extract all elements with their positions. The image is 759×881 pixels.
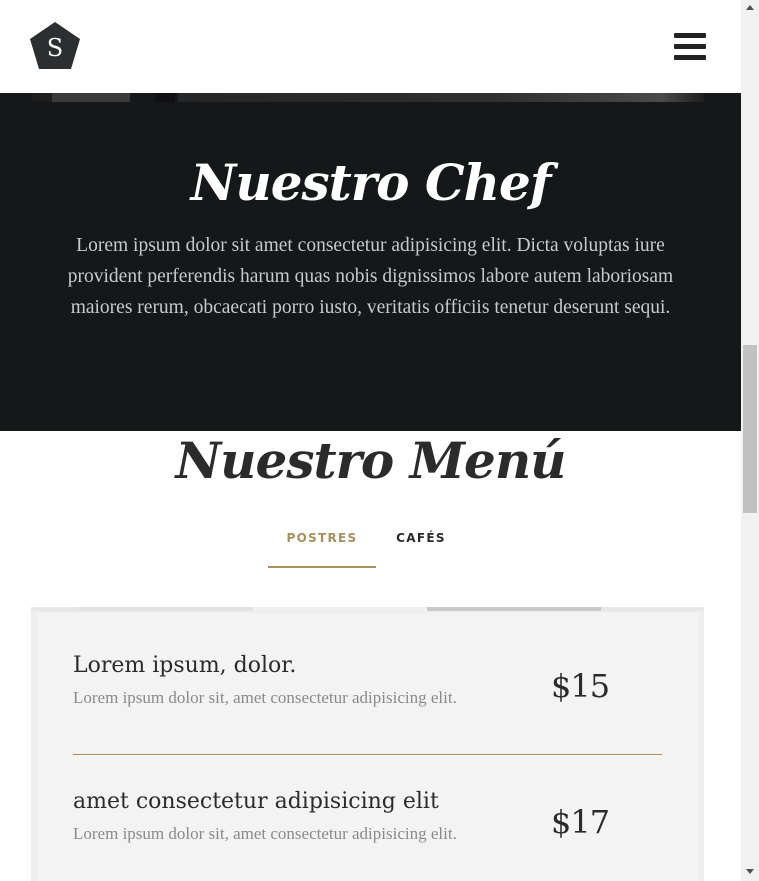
pentagon-logo-icon: S [30, 22, 80, 69]
menu-item-description: Lorem ipsum dolor sit, amet consectetur … [73, 824, 457, 843]
menu-item-description: Lorem ipsum dolor sit, amet consectetur … [73, 688, 457, 707]
menu-item-price: $15 [551, 667, 610, 705]
site-logo[interactable]: S [29, 21, 81, 71]
chef-description: Lorem ipsum dolor sit amet consectetur a… [67, 235, 674, 318]
hamburger-menu-icon[interactable] [674, 33, 706, 61]
scroll-down-arrow-icon[interactable] [741, 864, 759, 881]
chef-photo-strip [178, 93, 704, 102]
menu-item-name: amet consectetur adipisicing elit [73, 789, 439, 814]
menu-item-divider [73, 754, 662, 755]
chef-heading: Nuestro Chef [190, 153, 552, 212]
menu-list-panel: Lorem ipsum, dolor. Lorem ipsum dolor si… [31, 607, 704, 881]
panel-top-border [31, 607, 704, 611]
logo-letter: S [47, 34, 63, 62]
scroll-up-arrow-icon[interactable] [741, 0, 759, 17]
tab-postres[interactable]: POSTRES [268, 522, 376, 568]
menu-item-name: Lorem ipsum, dolor. [73, 653, 297, 678]
page-viewport: S Nuestro Chef Lorem ipsum dolor sit ame… [0, 0, 741, 881]
chef-photo-strip [155, 93, 175, 102]
chef-photo-strip [32, 93, 52, 102]
menu-heading: Nuestro Menú [175, 431, 566, 490]
scrollbar-thumb[interactable] [743, 345, 757, 513]
chef-photo-strip [52, 93, 130, 102]
tab-cafes[interactable]: CAFÉS [376, 522, 466, 568]
menu-item-price: $17 [551, 803, 610, 841]
vertical-scrollbar[interactable] [741, 0, 759, 881]
chef-section: Nuestro Chef Lorem ipsum dolor sit amet … [0, 93, 741, 431]
site-header: S [0, 0, 741, 93]
menu-list: Lorem ipsum, dolor. Lorem ipsum dolor si… [37, 613, 698, 881]
